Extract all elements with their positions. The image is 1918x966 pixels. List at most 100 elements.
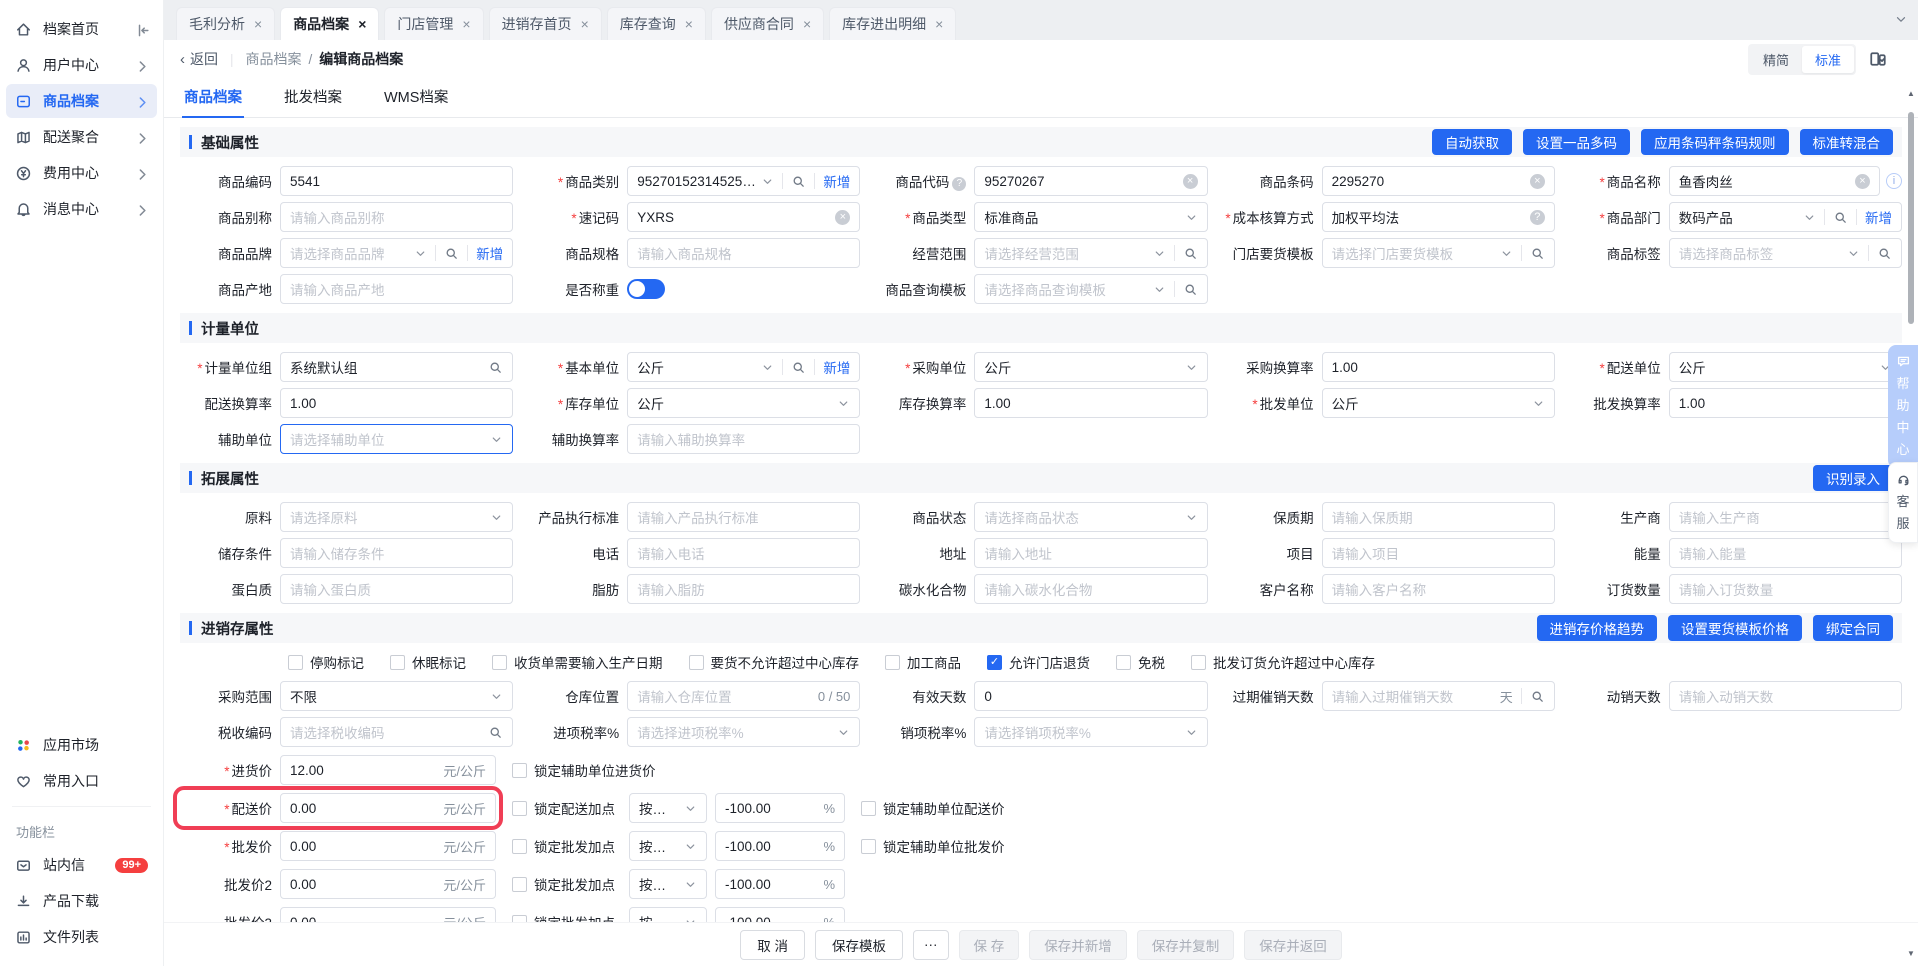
section-action-button[interactable]: 绑定合同 xyxy=(1813,615,1893,641)
customer-service-button[interactable]: 客服 xyxy=(1888,462,1918,543)
scrollbar-thumb[interactable] xyxy=(1908,112,1914,324)
markup-value-input[interactable]: -100.00% xyxy=(715,831,845,861)
clear-icon[interactable]: × xyxy=(1182,173,1198,189)
sidebar-item[interactable]: 产品下载 xyxy=(6,884,157,918)
search-icon[interactable] xyxy=(1183,246,1198,261)
select-field[interactable]: 请选择商品查询模板 xyxy=(974,274,1208,304)
collapse-sidebar-icon[interactable] xyxy=(134,22,151,39)
close-icon[interactable]: × xyxy=(254,17,262,31)
section-action-button[interactable]: 识别录入 xyxy=(1813,465,1893,491)
clear-icon[interactable]: × xyxy=(835,209,851,225)
search-icon[interactable] xyxy=(488,360,503,375)
select-field[interactable]: 请选择商品状态 xyxy=(974,502,1208,532)
select-field[interactable]: 公斤 xyxy=(1668,352,1902,382)
select-field[interactable]: 公斤 xyxy=(974,352,1208,382)
text-input[interactable]: 请输入电话 xyxy=(627,538,861,568)
archive-subtab[interactable]: 批发档案 xyxy=(282,78,344,117)
footer-button[interactable]: 保存模板 xyxy=(815,929,903,960)
close-icon[interactable]: × xyxy=(685,17,693,31)
search-icon[interactable] xyxy=(791,174,806,189)
select-field[interactable]: 公斤 新增 xyxy=(627,352,861,382)
text-input[interactable]: 1.00 xyxy=(1321,352,1555,382)
search-icon[interactable] xyxy=(1183,282,1198,297)
sidebar-item[interactable]: 文件列表 xyxy=(6,920,157,954)
add-new-link[interactable]: 新增 xyxy=(823,171,850,191)
view-mode-option[interactable]: 精简 xyxy=(1750,46,1802,73)
sidebar-item[interactable]: 配送聚合 xyxy=(6,120,157,154)
text-input[interactable]: 12.00 元/公斤 xyxy=(280,755,496,785)
footer-button[interactable]: 保存并新增 xyxy=(1029,929,1127,960)
footer-button[interactable]: 保 存 xyxy=(958,929,1020,960)
checkbox[interactable]: 锁定批发加点 xyxy=(512,836,615,856)
select-field[interactable]: 请选择进项税率% xyxy=(627,717,861,747)
text-input[interactable]: 请输入能量 xyxy=(1668,538,1902,568)
text-input[interactable]: 请输入项目 xyxy=(1321,538,1555,568)
checkbox[interactable]: 休眠标记 xyxy=(390,652,466,672)
text-input[interactable]: 1.00 xyxy=(280,388,514,418)
workspace-tab[interactable]: 毛利分析 × xyxy=(176,7,276,40)
select-field[interactable]: 请选择门店要货模板 xyxy=(1321,238,1555,268)
search-icon[interactable] xyxy=(1877,246,1892,261)
section-action-button[interactable]: 标准转混合 xyxy=(1799,129,1893,155)
footer-button[interactable]: 取 消 xyxy=(740,929,805,960)
section-action-button[interactable]: 应用条码秤条码规则 xyxy=(1641,129,1789,155)
text-input[interactable]: 请输入订货数量 xyxy=(1668,574,1902,604)
text-input[interactable]: 请输入蛋白质 xyxy=(280,574,514,604)
text-input[interactable]: 0.00 元/公斤 xyxy=(280,793,496,823)
checkbox[interactable]: ✓ 允许门店退货 xyxy=(987,652,1090,672)
chevron-down-icon[interactable] xyxy=(1894,12,1908,26)
text-input[interactable]: 系统默认组 xyxy=(280,352,514,382)
text-input[interactable]: 请输入保质期 xyxy=(1321,502,1555,532)
sidebar-item[interactable]: 站内信 99+ xyxy=(6,848,157,882)
help-center-button[interactable]: 帮助中心 xyxy=(1888,345,1918,468)
add-new-link[interactable]: 新增 xyxy=(1865,207,1892,227)
sidebar-item[interactable]: 应用市场 xyxy=(6,728,157,762)
text-input[interactable]: 请输入仓库位置 0 / 50 xyxy=(627,681,861,711)
checkbox[interactable]: 锁定配送加点 xyxy=(512,798,615,818)
close-icon[interactable]: × xyxy=(935,17,943,31)
markup-mode-select[interactable]: 按比例 xyxy=(629,793,707,823)
select-field[interactable]: 请选择商品品牌 新增 xyxy=(280,238,514,268)
close-icon[interactable]: × xyxy=(581,17,589,31)
section-action-button[interactable]: 进销存价格趋势 xyxy=(1536,615,1657,641)
text-input[interactable]: 请输入过期催销天数 天 xyxy=(1321,681,1555,711)
select-field[interactable]: 公斤 xyxy=(1321,388,1555,418)
text-input[interactable]: 5541 xyxy=(280,166,514,196)
footer-button[interactable]: ··· xyxy=(913,929,949,960)
sidebar-item[interactable]: 商品档案 xyxy=(6,84,157,118)
text-input[interactable]: 请输入商品产地 xyxy=(280,274,514,304)
text-input[interactable]: 加权平均法? xyxy=(1321,202,1555,232)
workspace-tab[interactable]: 门店管理 × xyxy=(384,7,484,40)
scroll-down-icon[interactable]: ▼ xyxy=(1907,950,1915,958)
checkbox[interactable]: 锁定批发加点 xyxy=(512,912,615,922)
select-field[interactable]: 公斤 xyxy=(627,388,861,418)
search-icon[interactable] xyxy=(1530,246,1545,261)
archive-subtab[interactable]: 商品档案 xyxy=(182,78,244,118)
text-input[interactable]: 请输入商品别称 xyxy=(280,202,514,232)
workspace-tab[interactable]: 供应商合同 × xyxy=(710,7,825,40)
close-icon[interactable]: × xyxy=(803,17,811,31)
text-input[interactable]: 1.00 xyxy=(974,388,1208,418)
sidebar-item[interactable]: 用户中心 xyxy=(6,48,157,82)
footer-button[interactable]: 保存并复制 xyxy=(1136,929,1235,960)
markup-value-input[interactable]: -100.00% xyxy=(715,793,845,823)
breadcrumb-parent[interactable]: 商品档案 xyxy=(246,49,302,69)
text-input[interactable]: 0 xyxy=(974,681,1208,711)
checkbox[interactable]: 要货不允许超过中心库存 xyxy=(688,652,859,672)
sidebar-item[interactable]: 消息中心 xyxy=(6,192,157,226)
text-input[interactable]: YXRS × xyxy=(627,202,861,232)
text-input[interactable]: 请输入客户名称 xyxy=(1321,574,1555,604)
clear-icon[interactable]: × xyxy=(1855,173,1870,189)
select-field[interactable]: 数码产品 新增 xyxy=(1668,202,1902,232)
text-input[interactable]: 鱼香肉丝 × xyxy=(1668,166,1880,196)
scroll-up-icon[interactable]: ▲ xyxy=(1907,90,1915,98)
markup-mode-select[interactable]: 按比例 xyxy=(629,869,707,899)
text-input[interactable]: 0.00 元/公斤 xyxy=(280,907,496,922)
text-input[interactable]: 请输入储存条件 xyxy=(280,538,514,568)
checkbox[interactable]: 锁定辅助单位进货价 xyxy=(512,760,656,780)
workspace-tab[interactable]: 商品档案 × xyxy=(280,7,380,40)
back-button[interactable]: ‹ 返回 xyxy=(180,49,218,69)
checkbox[interactable]: 锁定批发加点 xyxy=(512,874,615,894)
footer-button[interactable]: 保存并返回 xyxy=(1244,929,1342,960)
text-input[interactable]: 请输入碳水化合物 xyxy=(974,574,1208,604)
